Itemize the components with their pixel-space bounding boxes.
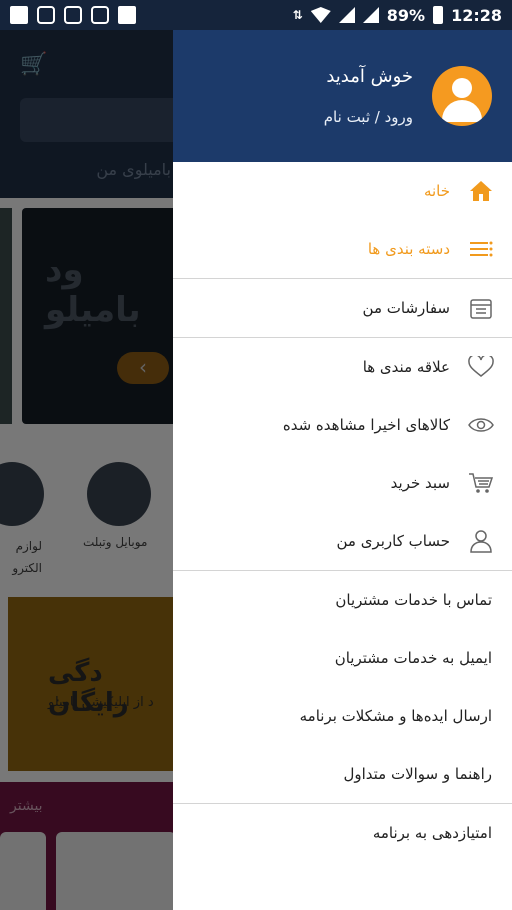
menu-item-send-feedback[interactable]: ارسال ایده‌ها و مشکلات برنامه [173,687,512,745]
drawer-scrim[interactable] [0,30,173,910]
menu-item-home[interactable]: خانه [173,162,512,220]
menu-item-contact-support[interactable]: تماس با خدمات مشتریان [173,571,512,629]
menu-item-categories[interactable]: دسته بندی ها [173,220,512,278]
menu-item-account[interactable]: حساب کاربری من [173,512,512,570]
menu-item-label: حساب کاربری من [336,532,450,550]
home-icon [468,178,494,204]
menu-item-label: ایمیل به خدمات مشتریان [334,649,492,667]
menu-item-label: علاقه مندی ها [362,358,450,376]
navigation-drawer: خوش آمدید ورود / ثبت نام خانه دسته بندی … [173,30,512,910]
user-icon [468,528,494,554]
avatar[interactable] [432,66,492,126]
login-register-link[interactable]: ورود / ثبت نام [324,108,413,126]
menu-item-label: امتیازدهی به برنامه [372,824,492,842]
menu-item-label: سفارشات من [362,299,450,317]
instagram-icon [37,6,55,24]
orders-box-icon [468,295,494,321]
eye-icon [468,412,494,438]
data-arrows-icon: ⇅ [292,8,303,22]
instagram-icon [91,6,109,24]
clock: 12:28 [451,5,502,25]
menu-item-orders[interactable]: سفارشات من [173,279,512,337]
instagram-icon [64,6,82,24]
menu-item-label: تماس با خدمات مشتریان [335,591,492,609]
menu-item-recently-viewed[interactable]: کالاهای اخیرا مشاهده شده [173,396,512,454]
list-icon [468,236,494,262]
heart-icon [468,354,494,380]
wifi-icon [310,7,331,23]
news-icon [10,6,28,24]
menu-item-cart[interactable]: سبد خرید [173,454,512,512]
battery-level: 89% [386,5,426,25]
cart-icon [468,470,494,496]
menu-item-label: ارسال ایده‌ها و مشکلات برنامه [299,707,492,725]
menu-item-label: دسته بندی ها [367,240,450,258]
welcome-text: خوش آمدید [326,66,413,87]
battery-icon [433,6,444,24]
menu-item-label: سبد خرید [390,474,450,492]
menu-item-rate-app[interactable]: امتیازدهی به برنامه [173,804,512,862]
menu-item-help-faq[interactable]: راهنما و سوالات متداول [173,745,512,803]
image-icon [118,6,136,24]
menu-item-label: خانه [423,182,450,200]
menu-item-email-support[interactable]: ایمیل به خدمات مشتریان [173,629,512,687]
signal-icon [338,7,355,23]
menu-item-wishlist[interactable]: علاقه مندی ها [173,338,512,396]
menu-item-label: راهنما و سوالات متداول [343,765,492,783]
drawer-menu: خانه دسته بندی ها سفارشات من علاقه مندی … [173,162,512,862]
signal-icon [362,7,379,23]
menu-item-label: کالاهای اخیرا مشاهده شده [282,416,450,434]
status-bar: ⇅ 89% 12:28 [0,0,512,30]
drawer-header: خوش آمدید ورود / ثبت نام [173,30,512,162]
